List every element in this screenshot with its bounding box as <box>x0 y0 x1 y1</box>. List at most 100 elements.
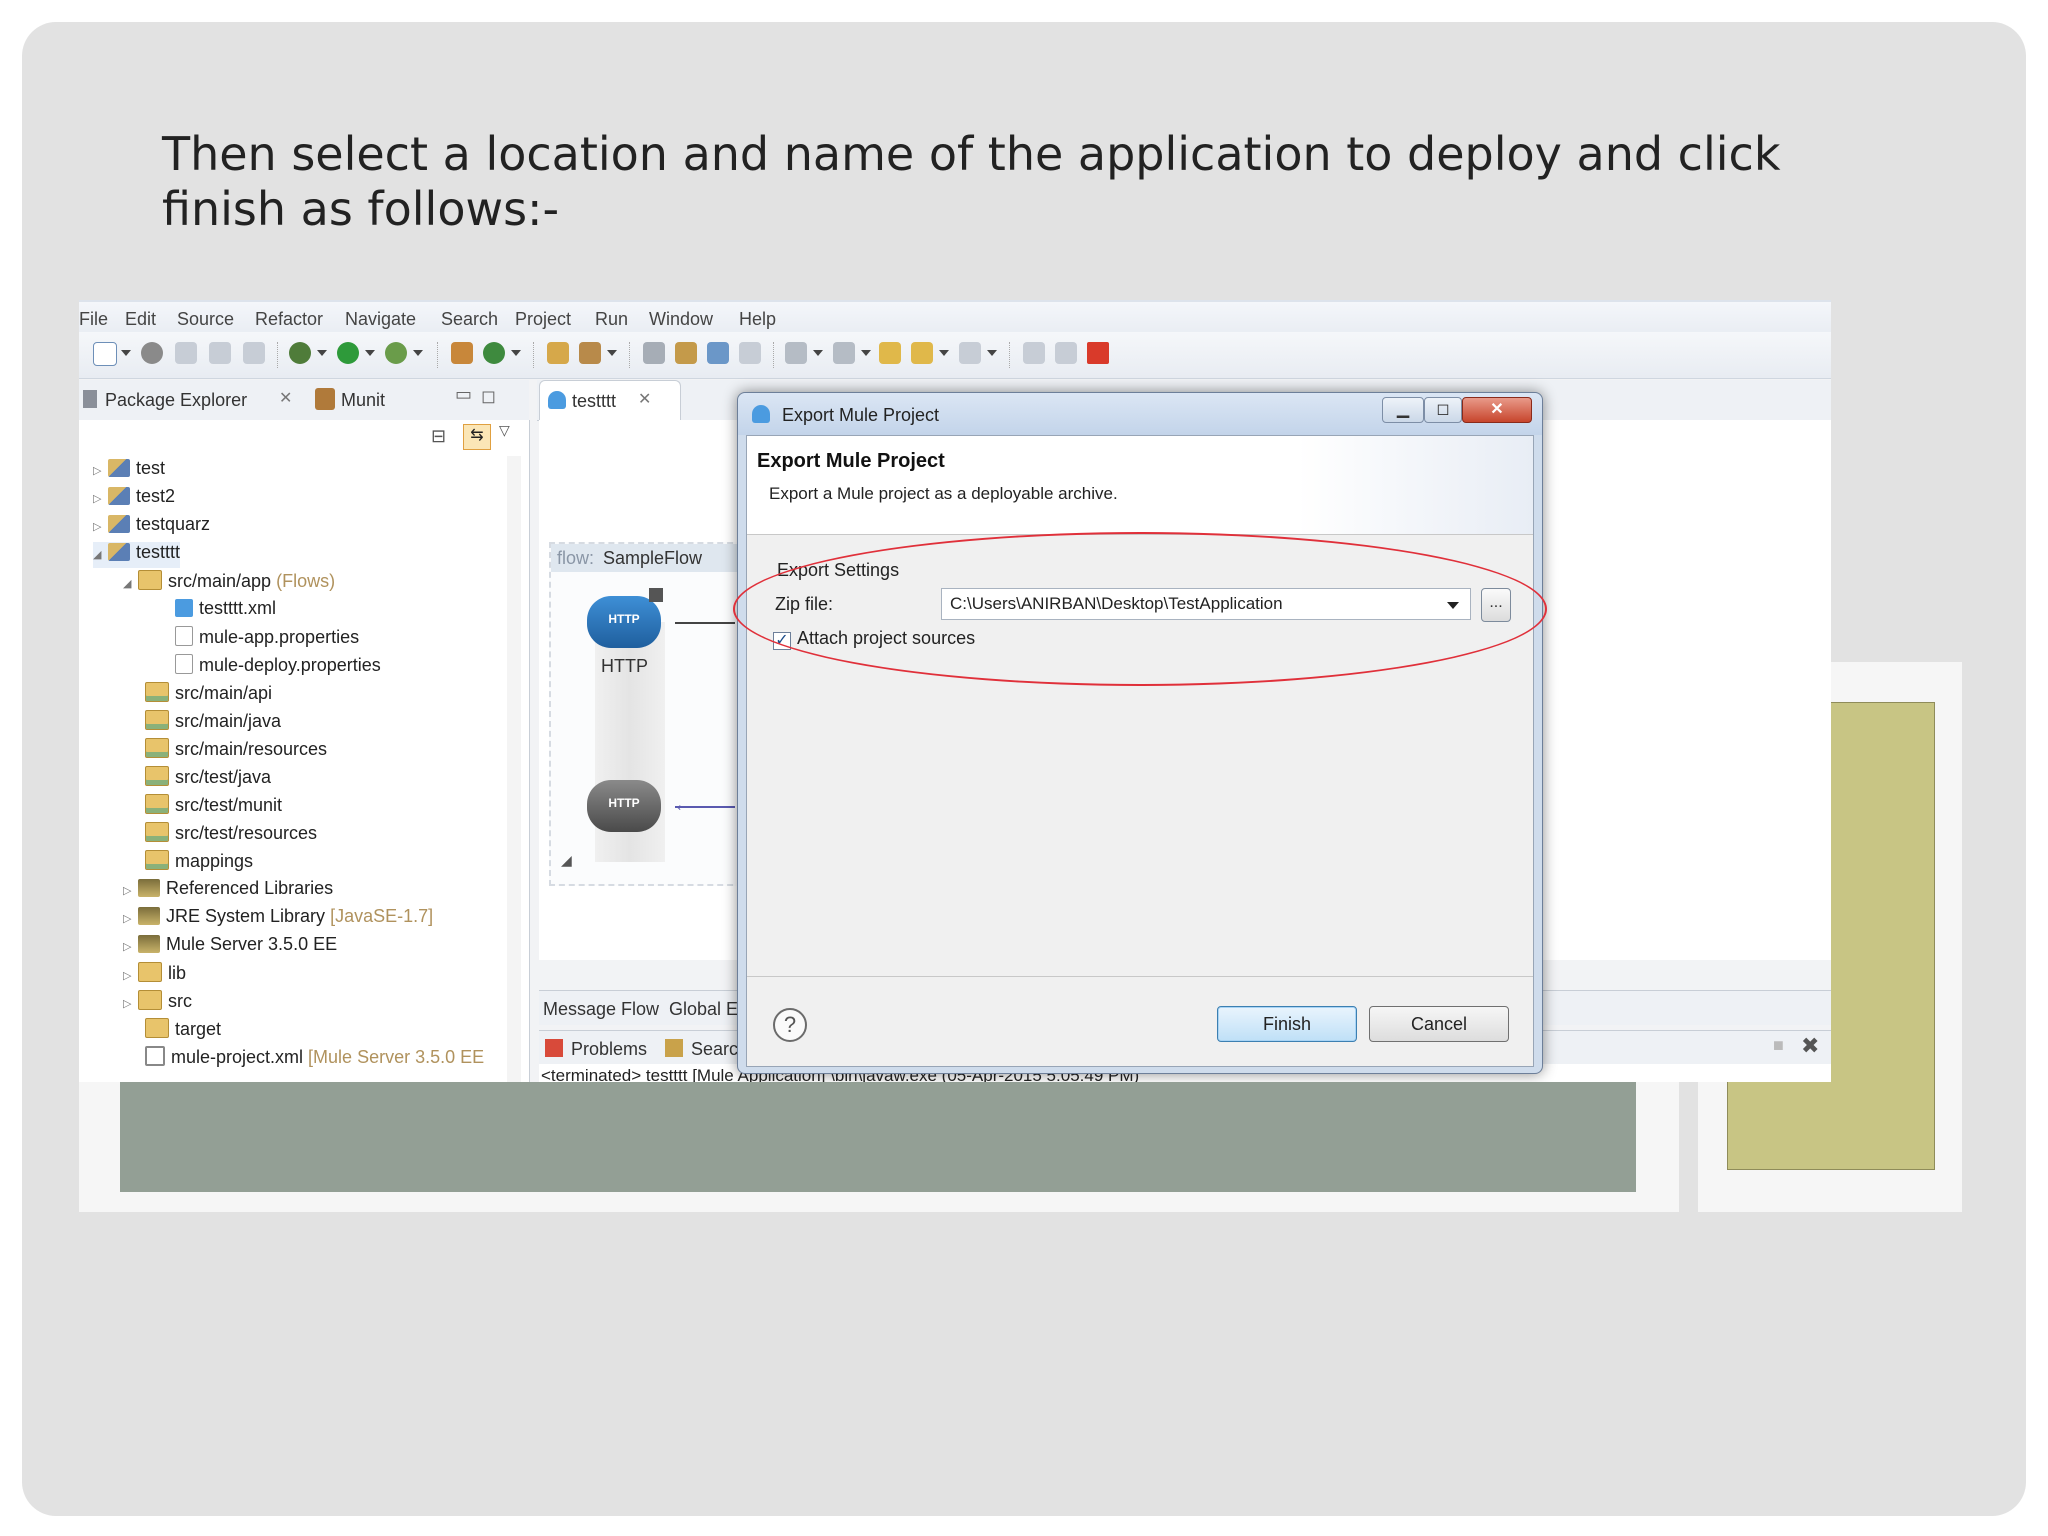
debug-dropdown-icon[interactable] <box>317 350 327 356</box>
redo-icon[interactable] <box>1055 342 1077 364</box>
package-explorer-tab[interactable]: Package Explorer <box>105 390 247 411</box>
undo-icon[interactable] <box>1023 342 1045 364</box>
http-inbound-node[interactable]: HTTP <box>587 596 661 648</box>
dialog-body: Export Mule Project Export a Mule projec… <box>733 435 1547 1067</box>
tree-item-src-test-java[interactable]: src/test/java <box>145 766 271 792</box>
next-annotation-icon[interactable] <box>785 342 807 364</box>
close-icon[interactable]: ✕ <box>638 389 651 409</box>
package-icon[interactable] <box>451 342 473 364</box>
prev-annotation-icon[interactable] <box>833 342 855 364</box>
open-type-icon[interactable] <box>707 342 729 364</box>
save-all-icon[interactable] <box>209 342 231 364</box>
tree-item-src-main-resources[interactable]: src/main/resources <box>145 738 327 764</box>
tree-item-mule-app-properties[interactable]: mule-app.properties <box>175 626 359 652</box>
tree-item-testttt-xml[interactable]: testttt.xml <box>175 598 276 624</box>
terminal-icon[interactable] <box>643 342 665 364</box>
http-badge: HTTP <box>608 796 640 810</box>
source-folder-icon <box>145 794 169 814</box>
run-dropdown-icon[interactable] <box>365 350 375 356</box>
toolbar-separator <box>629 342 631 368</box>
tree-item-mappings[interactable]: mappings <box>145 850 253 876</box>
tree-item-testttt[interactable]: ◢ testttt <box>93 542 181 568</box>
tree-item-mule-project-xml[interactable]: mule-project.xml [Mule Server 3.5.0 EE <box>145 1046 484 1072</box>
tree-item-mule-server[interactable]: ▷ Mule Server 3.5.0 EE <box>123 934 337 960</box>
save-icon[interactable] <box>175 342 197 364</box>
tab-message-flow[interactable]: Message Flow <box>543 999 659 1020</box>
back-dropdown-icon[interactable] <box>939 350 949 356</box>
menu-file[interactable]: File <box>79 309 108 330</box>
dialog-titlebar[interactable]: Export Mule Project ▁ ◻ ✕ <box>738 393 1542 435</box>
tree-item-src-main-api[interactable]: src/main/api <box>145 682 272 708</box>
tab-problems[interactable]: Problems <box>571 1039 647 1060</box>
minimize-icon[interactable]: ▭ <box>455 384 472 405</box>
tree-item-src-main-java[interactable]: src/main/java <box>145 710 281 736</box>
refresh-icon[interactable] <box>483 342 505 364</box>
cancel-button[interactable]: Cancel <box>1369 1006 1509 1042</box>
menu-run[interactable]: Run <box>595 309 628 330</box>
menu-source[interactable]: Source <box>177 309 234 330</box>
forward-icon[interactable] <box>959 342 981 364</box>
tree-item-testquarz[interactable]: ▷ testquarz <box>93 514 210 540</box>
close-button[interactable]: ✕ <box>1462 397 1532 423</box>
menu-project[interactable]: Project <box>515 309 571 330</box>
tree-item-src-test-munit[interactable]: src/test/munit <box>145 794 282 820</box>
link-editor-icon[interactable]: ⇆ <box>463 424 491 450</box>
tree-item-lib[interactable]: ▷ lib <box>123 962 186 988</box>
tree-item-jre-system-library[interactable]: ▷ JRE System Library [JavaSE-1.7] <box>123 906 433 932</box>
munit-tab[interactable]: Munit <box>341 390 385 411</box>
menu-refactor[interactable]: Refactor <box>255 309 323 330</box>
external-tools-icon[interactable] <box>385 342 407 364</box>
tree-item-src-test-resources[interactable]: src/test/resources <box>145 822 317 848</box>
source-folder-icon <box>145 822 169 842</box>
tree-item-referenced-libraries[interactable]: ▷ Referenced Libraries <box>123 878 333 904</box>
menu-edit[interactable]: Edit <box>125 309 156 330</box>
prev-annotation-dropdown-icon[interactable] <box>861 350 871 356</box>
finish-button[interactable]: Finish <box>1217 1006 1357 1042</box>
resize-handle-icon[interactable]: ◢ <box>561 852 572 869</box>
open-folder-icon[interactable] <box>547 342 569 364</box>
tree-item-src[interactable]: ▷ src <box>123 990 192 1016</box>
tree-item-src-main-app[interactable]: ◢ src/main/app (Flows) <box>123 570 335 596</box>
source-folder-icon <box>145 710 169 730</box>
help-icon[interactable]: ? <box>773 1008 807 1042</box>
run-icon[interactable] <box>337 342 359 364</box>
stop-icon[interactable] <box>1087 342 1109 364</box>
tab-search[interactable]: Searc <box>691 1039 738 1060</box>
next-annotation-dropdown-icon[interactable] <box>813 350 823 356</box>
menu-search[interactable]: Search <box>441 309 498 330</box>
remove-launch-icon[interactable]: ✖ <box>1801 1033 1819 1059</box>
last-edit-icon[interactable] <box>879 342 901 364</box>
minimize-button[interactable]: ▁ <box>1382 397 1424 423</box>
tree-item-test[interactable]: ▷ test <box>93 458 165 484</box>
editor-tab-testttt[interactable]: testttt ✕ <box>539 380 681 421</box>
deploy-dropdown-icon[interactable] <box>607 350 617 356</box>
print-icon[interactable] <box>243 342 265 364</box>
debug-icon[interactable] <box>289 342 311 364</box>
gear-icon[interactable] <box>141 342 163 364</box>
search-folder-icon[interactable] <box>675 342 697 364</box>
terminate-icon[interactable]: ■ <box>1773 1035 1784 1056</box>
external-tools-dropdown-icon[interactable] <box>413 350 423 356</box>
flow-prefix: flow: <box>557 548 595 568</box>
back-icon[interactable] <box>911 342 933 364</box>
http-response-node[interactable]: HTTP <box>587 780 661 832</box>
tree-item-test2[interactable]: ▷ test2 <box>93 486 175 512</box>
collapse-all-icon[interactable]: ⊟ <box>431 426 446 447</box>
open-resource-icon[interactable] <box>739 342 761 364</box>
tree-scrollbar[interactable] <box>507 456 521 1082</box>
tree-item-target[interactable]: target <box>145 1018 221 1044</box>
tab-global-elements[interactable]: Global E <box>669 999 738 1020</box>
menu-help[interactable]: Help <box>739 309 776 330</box>
tree-item-mule-deploy-properties[interactable]: mule-deploy.properties <box>175 654 381 680</box>
maximize-button[interactable]: ◻ <box>1424 397 1462 423</box>
maximize-icon[interactable]: ◻ <box>481 386 496 407</box>
deploy-icon[interactable] <box>579 342 601 364</box>
refresh-dropdown-icon[interactable] <box>511 350 521 356</box>
menu-window[interactable]: Window <box>649 309 713 330</box>
forward-dropdown-icon[interactable] <box>987 350 997 356</box>
new-icon[interactable] <box>93 342 117 366</box>
new-dropdown-icon[interactable] <box>121 350 131 356</box>
close-icon[interactable]: ✕ <box>279 388 292 408</box>
view-menu-icon[interactable]: ▽ <box>499 422 510 439</box>
menu-navigate[interactable]: Navigate <box>345 309 416 330</box>
